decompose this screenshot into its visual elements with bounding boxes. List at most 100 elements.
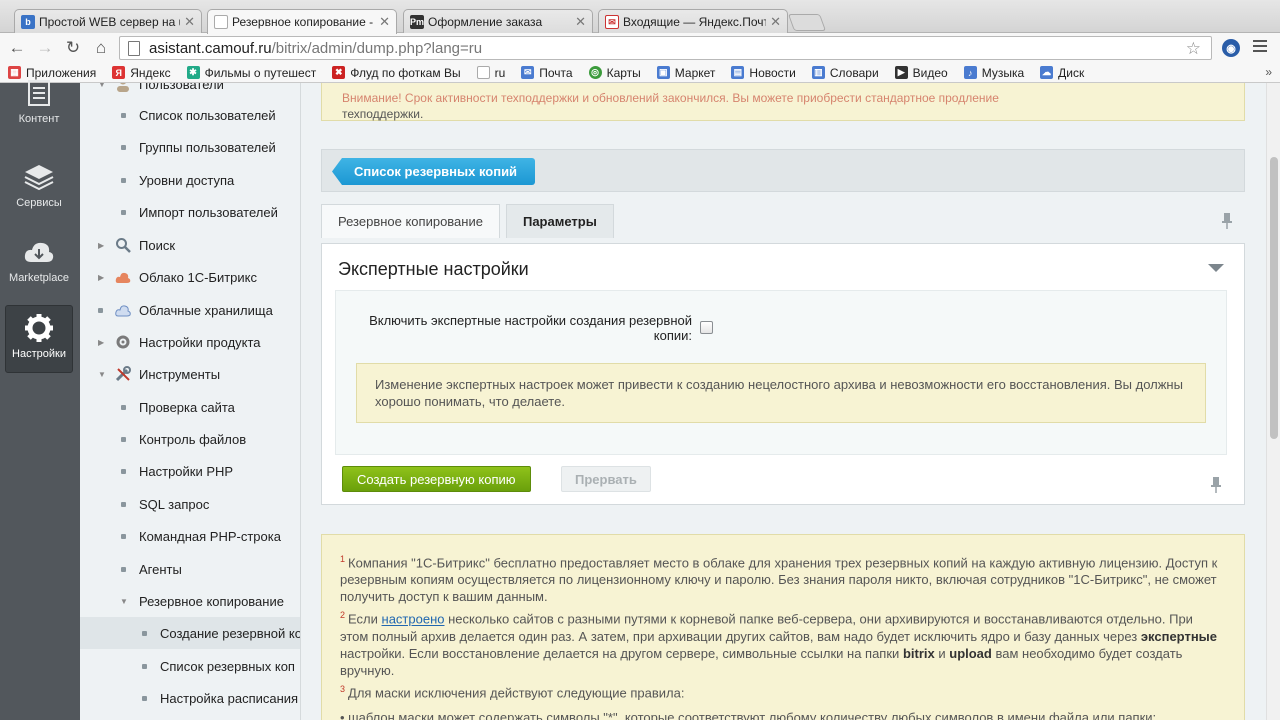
tree-item[interactable]: Импорт пользователей bbox=[80, 196, 300, 228]
tree-item-backup[interactable]: ▼ Резервное копирование bbox=[80, 585, 300, 617]
bookmark-flood[interactable]: ✖ Флуд по фоткам Вы bbox=[332, 66, 461, 80]
note-1: 1 Компания "1С-Битрикс" бесплатно предост… bbox=[340, 554, 1218, 605]
collapse-icon[interactable] bbox=[1208, 264, 1224, 272]
menu-icon[interactable] bbox=[1253, 40, 1267, 54]
tree-label: Список пользователей bbox=[139, 107, 276, 123]
bookmarks-bar: ▦ Приложения Я Яндекс ✱ Фильмы о путешест ✖… bbox=[0, 63, 1280, 83]
bookmark-market[interactable]: ▣ Маркет bbox=[656, 66, 715, 80]
tree-label: Пользователи bbox=[139, 83, 224, 92]
notice-text-2: техподдержки. bbox=[342, 107, 424, 121]
tree-item-tools[interactable]: ▼ Инструменты bbox=[80, 358, 300, 390]
star-icon[interactable]: ☆ bbox=[1186, 39, 1201, 59]
tree-item[interactable]: Настройки PHP bbox=[80, 455, 300, 487]
mail-favicon-icon: ✉ bbox=[605, 15, 619, 29]
tree-item[interactable]: Командная PHP-строка bbox=[80, 520, 300, 552]
stop-button[interactable]: Прервать bbox=[561, 466, 651, 492]
tree-item-users[interactable]: ▼ Пользователи bbox=[80, 83, 300, 100]
leftpanel-settings[interactable]: Настройки bbox=[5, 305, 73, 373]
url-path: /bitrix/admin/dump.php?lang=ru bbox=[271, 39, 483, 57]
tree-item[interactable]: Список резервных коп bbox=[80, 650, 300, 682]
extension-icon[interactable]: ◉ bbox=[1222, 39, 1240, 57]
close-icon[interactable]: ✕ bbox=[575, 14, 586, 30]
back-icon[interactable]: ← bbox=[7, 38, 27, 58]
address-bar[interactable]: asistant.camouf.ru/bitrix/admin/dump.php… bbox=[119, 36, 1212, 60]
create-backup-button[interactable]: Создать резервную копию bbox=[342, 466, 531, 492]
notice-text: Внимание! Срок активности техподдержки и… bbox=[342, 91, 999, 105]
leftpanel-content[interactable]: Контент bbox=[5, 71, 73, 139]
tree-item-cloud-storage[interactable]: Облачные хранилища bbox=[80, 294, 300, 326]
tree-item[interactable]: Уровни доступа bbox=[80, 164, 300, 196]
flood-icon: ✖ bbox=[332, 66, 346, 79]
tree-item-create-backup[interactable]: Создание резервной ко bbox=[80, 617, 300, 649]
tab-favicon-icon: b bbox=[21, 15, 35, 29]
scrollbar-thumb[interactable] bbox=[1270, 157, 1278, 439]
tree-item[interactable]: Группы пользователей bbox=[80, 131, 300, 163]
tree-label: Группы пользователей bbox=[139, 139, 276, 155]
browser-tabbar: b Простой WEB сервер на u ✕ Резервное ко… bbox=[0, 0, 1280, 34]
note-2: 2 Если настроено несколько сайтов с разны… bbox=[340, 610, 1218, 678]
tree-item[interactable]: SQL запрос bbox=[80, 488, 300, 520]
tree-item[interactable]: Агенты bbox=[80, 553, 300, 585]
bookmark-label: Почта bbox=[539, 65, 573, 80]
settings-icon bbox=[23, 312, 55, 344]
configured-link[interactable]: настроено bbox=[382, 612, 445, 627]
note-text: несколько сайтов с разными путями к корн… bbox=[340, 611, 1193, 644]
bookmark-label: Видео bbox=[912, 65, 948, 80]
home-icon[interactable]: ⌂ bbox=[91, 38, 111, 58]
pin-icon[interactable] bbox=[1211, 477, 1221, 493]
bookmark-ru[interactable]: ru bbox=[476, 65, 506, 80]
tab-title: Простой WEB сервер на u bbox=[39, 15, 181, 29]
tree-item-cloud-bitrix[interactable]: ▶ Облако 1С-Битрикс bbox=[80, 261, 300, 293]
browser-tab-3[interactable]: Pm Оформление заказа ✕ bbox=[403, 9, 593, 34]
pin-icon[interactable] bbox=[1222, 213, 1232, 229]
bookmarks-more-button[interactable]: » bbox=[1265, 65, 1272, 79]
cloud-storage-icon bbox=[115, 302, 131, 318]
tree-item[interactable]: Список пользователей bbox=[80, 99, 300, 131]
bookmark-dict[interactable]: ▥ Словари bbox=[811, 66, 879, 80]
bookmark-disk[interactable]: ☁ Диск bbox=[1040, 66, 1084, 80]
bookmark-mail[interactable]: ✉ Почта bbox=[521, 65, 573, 80]
tab-title: Входящие — Яндекс.Почт bbox=[623, 15, 767, 29]
bookmark-video[interactable]: ▶ Видео bbox=[894, 65, 948, 80]
bookmark-music[interactable]: ♪ Музыка bbox=[963, 65, 1025, 80]
tab-parameters[interactable]: Параметры bbox=[505, 204, 614, 238]
bookmark-label: ru bbox=[494, 65, 506, 80]
search-icon bbox=[115, 237, 131, 253]
bookmark-maps[interactable]: ◎ Карты bbox=[588, 66, 641, 80]
forward-icon[interactable]: → bbox=[35, 38, 55, 58]
tree-label: Командная PHP-строка bbox=[139, 528, 281, 544]
note-3: 3 Для маски исключения действуют следующи… bbox=[340, 683, 685, 700]
gear-icon bbox=[115, 334, 131, 350]
tree-item[interactable]: Настройка расписания bbox=[80, 682, 300, 714]
reload-icon[interactable]: ↻ bbox=[63, 38, 83, 58]
cloud-bitrix-icon bbox=[115, 269, 131, 285]
bookmark-news[interactable]: ▤ Новости bbox=[731, 66, 796, 80]
note-text: Для маски исключения действуют следующие… bbox=[348, 684, 685, 700]
close-icon[interactable]: ✕ bbox=[184, 14, 195, 30]
music-icon: ♪ bbox=[963, 66, 977, 79]
tree-label: Инструменты bbox=[139, 366, 221, 382]
leftpanel-label: Настройки bbox=[12, 348, 66, 360]
browser-tab-4[interactable]: ✉ Входящие — Яндекс.Почт ✕ bbox=[598, 9, 788, 34]
close-icon[interactable]: ✕ bbox=[770, 14, 781, 30]
tree-item-product-settings[interactable]: ▶ Настройки продукта bbox=[80, 326, 300, 358]
license-notice: Внимание! Срок активности техподдержки и… bbox=[321, 83, 1245, 121]
tree-item-search[interactable]: ▶ Поиск bbox=[80, 229, 300, 261]
tab-title: Оформление заказа bbox=[428, 15, 543, 29]
bookmark-yandex[interactable]: Я Яндекс bbox=[112, 66, 171, 80]
browser-tab-1[interactable]: b Простой WEB сервер на u ✕ bbox=[14, 9, 202, 34]
page-scrollbar[interactable] bbox=[1266, 83, 1280, 720]
close-icon[interactable]: ✕ bbox=[379, 14, 390, 30]
leftpanel-marketplace[interactable]: Marketplace bbox=[5, 230, 73, 298]
tab-backup[interactable]: Резервное копирование bbox=[321, 204, 500, 238]
browser-tab-2[interactable]: Резервное копирование - ✕ bbox=[207, 9, 397, 34]
url-host: asistant.camouf.ru bbox=[149, 39, 272, 57]
new-tab-button[interactable] bbox=[787, 14, 827, 31]
bookmark-label: Музыка bbox=[981, 65, 1025, 80]
bookmark-films[interactable]: ✱ Фильмы о путешест bbox=[186, 66, 316, 80]
leftpanel-services[interactable]: Сервисы bbox=[5, 155, 73, 223]
tree-item[interactable]: Контроль файлов bbox=[80, 423, 300, 455]
backup-list-button[interactable]: Список резервных копий bbox=[332, 158, 536, 185]
tree-item[interactable]: Проверка сайта bbox=[80, 391, 300, 423]
expert-option-checkbox[interactable] bbox=[700, 321, 713, 334]
